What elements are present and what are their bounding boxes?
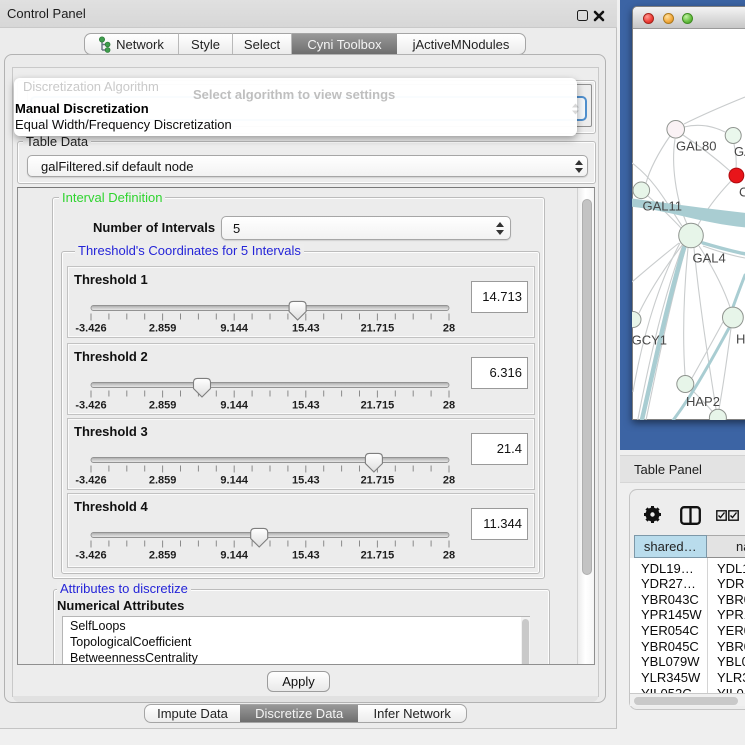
svg-text:28: 28 xyxy=(443,323,455,335)
svg-text:-3.426: -3.426 xyxy=(75,550,106,562)
svg-text:9.144: 9.144 xyxy=(220,399,248,411)
svg-text:15.43: 15.43 xyxy=(292,550,320,562)
svg-text:GCY1: GCY1 xyxy=(632,333,667,348)
svg-text:C: C xyxy=(739,185,745,200)
svg-text:-3.426: -3.426 xyxy=(75,323,106,335)
svg-text:28: 28 xyxy=(443,399,455,411)
svg-text:9.144: 9.144 xyxy=(220,323,248,335)
svg-text:9.144: 9.144 xyxy=(220,475,248,487)
svg-text:28: 28 xyxy=(443,550,455,562)
svg-text:-3.426: -3.426 xyxy=(75,475,106,487)
svg-text:2.859: 2.859 xyxy=(149,475,177,487)
svg-text:15.43: 15.43 xyxy=(292,475,320,487)
svg-text:2.859: 2.859 xyxy=(149,550,177,562)
svg-text:GAL11: GAL11 xyxy=(643,199,683,214)
svg-text:GAL4: GAL4 xyxy=(693,251,726,266)
svg-text:9.144: 9.144 xyxy=(220,550,248,562)
svg-text:GA: GA xyxy=(734,144,745,159)
svg-text:H: H xyxy=(736,332,745,347)
svg-text:28: 28 xyxy=(443,475,455,487)
svg-text:GAL80: GAL80 xyxy=(676,139,716,154)
svg-text:2.859: 2.859 xyxy=(149,323,177,335)
svg-text:HAP2: HAP2 xyxy=(686,394,720,409)
svg-text:2.859: 2.859 xyxy=(149,399,177,411)
svg-text:15.43: 15.43 xyxy=(292,323,320,335)
svg-text:15.43: 15.43 xyxy=(292,399,320,411)
svg-text:21.715: 21.715 xyxy=(361,550,395,562)
svg-text:21.715: 21.715 xyxy=(361,399,395,411)
svg-text:21.715: 21.715 xyxy=(361,323,395,335)
svg-text:-3.426: -3.426 xyxy=(75,399,106,411)
svg-text:21.715: 21.715 xyxy=(361,475,395,487)
